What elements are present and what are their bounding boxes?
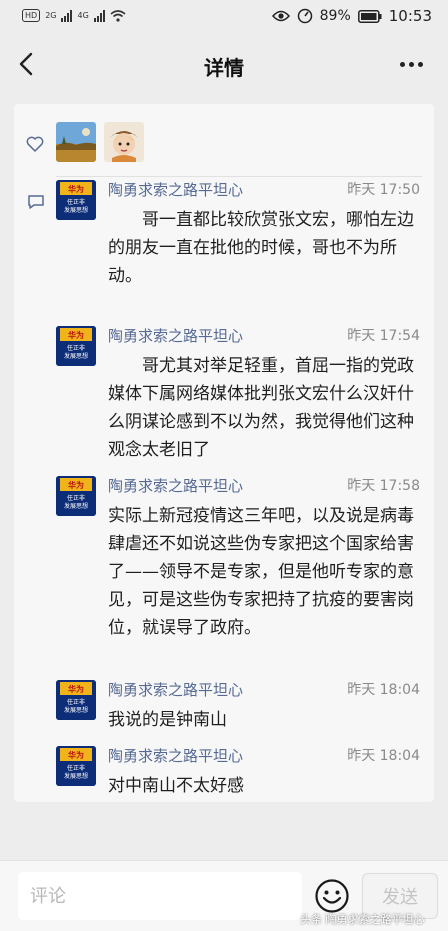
status-right: 89% 10:53 — [271, 7, 432, 25]
likes-divider — [56, 176, 422, 177]
commenter-name[interactable]: 陶勇求索之路平坦心 — [108, 746, 243, 766]
book-cover-avatar: 华为 任正非 发展思想 — [56, 326, 96, 366]
eye-icon — [271, 10, 290, 22]
hd-badge: HD — [22, 9, 41, 22]
book-cover-avatar: 华为 任正非 发展思想 — [56, 180, 96, 220]
comment-item[interactable]: 华为 任正非 发展思想 陶勇求索之路平坦心 昨天 17:58 实际上新冠疫情这三… — [56, 476, 424, 666]
book-title-text: 华为 — [68, 330, 84, 340]
book-line-text: 任正非 — [67, 494, 85, 502]
book-line-text: 发展思想 — [64, 206, 88, 214]
cartoon-avatar — [104, 122, 144, 162]
commenter-avatar[interactable]: 华为 任正非 发展思想 — [56, 680, 96, 720]
more-dot — [418, 61, 423, 67]
like-avatar-landscape[interactable] — [56, 122, 96, 162]
commenter-avatar[interactable]: 华为 任正非 发展思想 — [56, 476, 96, 516]
book-title-text: 华为 — [68, 750, 84, 760]
comment-time: 昨天 18:04 — [347, 748, 420, 764]
emoji-icon — [315, 879, 349, 913]
commenter-avatar[interactable]: 华为 任正非 发展思想 — [56, 326, 96, 366]
wifi-icon — [110, 9, 126, 22]
nav-bar: 详情 — [0, 34, 448, 94]
book-title-text: 华为 — [68, 184, 84, 194]
comment-item[interactable]: 华为 任正非 发展思想 陶勇求索之路平坦心 昨天 18:04 对中南山不太好感 — [56, 746, 424, 802]
book-line-text: 任正非 — [67, 344, 85, 352]
speed-icon — [297, 8, 312, 24]
battery-percent: 89% — [319, 8, 351, 24]
book-line-text: 发展思想 — [64, 772, 88, 780]
book-line-text: 发展思想 — [64, 502, 88, 510]
comment-text: 哥尤其对举足轻重，首屈一指的党政媒体下属网络媒体批判张文宏什么汉奸什么阴谋论感到… — [108, 356, 414, 460]
book-title-text: 华为 — [68, 480, 84, 490]
comment-text: 哥一直都比较欣赏张文宏，哪怕左边的朋友一直在批他的时候，哥也不为所动。 — [108, 210, 414, 286]
comment-bar: 发送 头条 陶勇求索之路平坦心 — [0, 860, 448, 931]
comment-text: 对中南山不太好感 — [108, 776, 244, 796]
moment-detail-card: 华为 任正非 发展思想 陶勇求索之路平坦心 昨天 17:50 哥一直都比较欣赏张… — [14, 104, 434, 802]
signal-icon-1 — [61, 9, 73, 22]
book-line-text: 任正非 — [67, 698, 85, 706]
book-line-text: 发展思想 — [64, 706, 88, 714]
network-2g-label: 2G — [45, 11, 57, 20]
comment-item[interactable]: 华为 任正非 发展思想 陶勇求索之路平坦心 昨天 17:54 哥尤其对举足轻重，… — [56, 326, 424, 466]
commenter-avatar[interactable]: 华为 任正非 发展思想 — [56, 180, 96, 220]
heart-icon — [26, 136, 44, 152]
book-line-text: 任正非 — [67, 764, 85, 772]
book-cover-avatar: 华为 任正非 发展思想 — [56, 680, 96, 720]
comment-text: 我说的是钟南山 — [108, 710, 227, 730]
likes-row — [14, 118, 434, 168]
commenter-avatar[interactable]: 华为 任正非 发展思想 — [56, 746, 96, 786]
status-time: 10:53 — [388, 7, 432, 25]
status-left: HD 2G 4G — [22, 9, 126, 22]
comment-text: 实际上新冠疫情这三年吧，以及说是病毒肆虐还不如说这些伪专家把这个国家给害了——领… — [108, 506, 414, 638]
book-title-text: 华为 — [68, 684, 84, 694]
like-avatar-cartoon[interactable] — [104, 122, 144, 162]
more-dot — [400, 61, 405, 67]
book-cover-avatar: 华为 任正非 发展思想 — [56, 746, 96, 786]
comment-item[interactable]: 华为 任正非 发展思想 陶勇求索之路平坦心 昨天 18:04 我说的是钟南山 — [56, 680, 424, 736]
comment-time: 昨天 18:04 — [347, 682, 420, 698]
comment-time: 昨天 17:58 — [347, 478, 420, 494]
comment-input[interactable] — [18, 872, 302, 920]
comment-time: 昨天 17:50 — [347, 182, 420, 198]
book-cover-avatar: 华为 任正非 发展思想 — [56, 476, 96, 516]
more-button[interactable] — [400, 52, 428, 76]
book-line-text: 任正非 — [67, 198, 85, 206]
status-bar: HD 2G 4G 89% 10:53 — [0, 0, 448, 34]
landscape-avatar — [56, 122, 96, 162]
book-line-text: 发展思想 — [64, 352, 88, 360]
signal-icon-2 — [93, 9, 105, 22]
commenter-name[interactable]: 陶勇求索之路平坦心 — [108, 180, 243, 200]
commenter-name[interactable]: 陶勇求索之路平坦心 — [108, 326, 243, 346]
page-title: 详情 — [204, 56, 244, 80]
network-4g-label: 4G — [77, 11, 89, 20]
comment-item[interactable]: 华为 任正非 发展思想 陶勇求索之路平坦心 昨天 17:50 哥一直都比较欣赏张… — [56, 180, 424, 290]
battery-icon — [357, 9, 382, 23]
commenter-name[interactable]: 陶勇求索之路平坦心 — [108, 476, 243, 496]
more-dot — [409, 61, 414, 67]
comment-icon — [28, 195, 44, 209]
comment-time: 昨天 17:54 — [347, 328, 420, 344]
commenter-name[interactable]: 陶勇求索之路平坦心 — [108, 680, 243, 700]
watermark: 头条 陶勇求索之路平坦心 — [300, 913, 425, 926]
emoji-button[interactable] — [314, 878, 350, 914]
